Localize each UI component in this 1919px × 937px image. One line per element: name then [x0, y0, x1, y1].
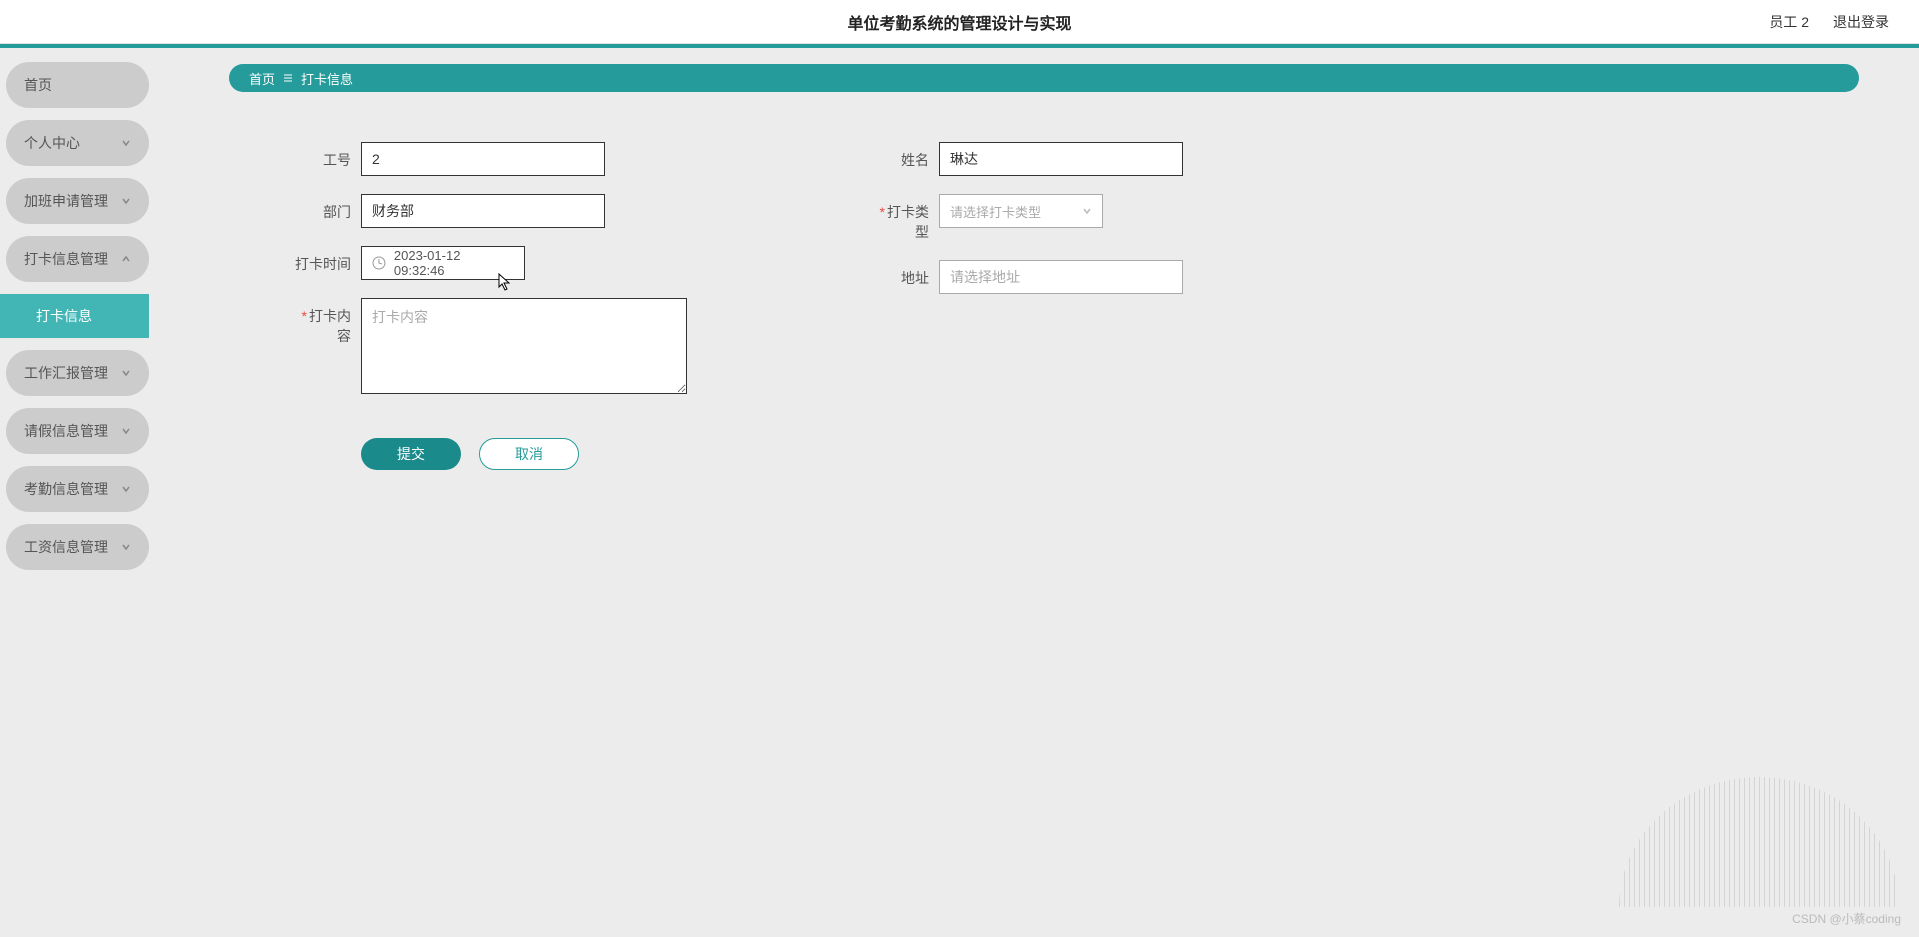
main-content: 首页 打卡信息 工号 部门 打卡时间 — [155, 48, 1919, 937]
sidebar-item-attendance[interactable]: 考勤信息管理 — [6, 466, 149, 512]
sidebar-item-label: 加班申请管理 — [24, 191, 108, 211]
label-bumen: 部门 — [289, 194, 351, 222]
sidebar-item-home[interactable]: 首页 — [6, 62, 149, 108]
label-dakashijian: 打卡时间 — [289, 246, 351, 274]
input-xingming[interactable] — [939, 142, 1183, 176]
chevron-down-icon — [1082, 206, 1092, 216]
header-right: 员工 2 退出登录 — [1769, 0, 1889, 44]
select-dakaleixing[interactable]: 请选择打卡类型 — [939, 194, 1103, 228]
sidebar-item-salary[interactable]: 工资信息管理 — [6, 524, 149, 570]
label-xingming: 姓名 — [867, 142, 929, 170]
chevron-down-icon — [121, 368, 131, 378]
input-gonghao[interactable] — [361, 142, 605, 176]
breadcrumb: 首页 打卡信息 — [229, 64, 1859, 92]
breadcrumb-separator-icon — [283, 73, 293, 83]
breadcrumb-home[interactable]: 首页 — [249, 69, 275, 88]
form-row-dakashijian: 打卡时间 2023-01-12 09:32:46 — [289, 246, 687, 280]
textarea-dakaneirong[interactable] — [361, 298, 687, 394]
sidebar-item-personal[interactable]: 个人中心 — [6, 120, 149, 166]
input-dakashijian[interactable]: 2023-01-12 09:32:46 — [361, 246, 525, 280]
main-container: 首页 个人中心 加班申请管理 打卡信息管理 打卡信息 工作汇报 — [0, 48, 1919, 937]
header: 单位考勤系统的管理设计与实现 员工 2 退出登录 — [0, 0, 1919, 44]
form-row-bumen: 部门 — [289, 194, 687, 228]
sidebar-item-label: 个人中心 — [24, 133, 80, 153]
form-column-left: 工号 部门 打卡时间 2023-01-12 09:32:46 — [289, 142, 687, 470]
form-row-dakaleixing: *打卡类型 请选择打卡类型 — [867, 194, 1183, 242]
form-row-xingming: 姓名 — [867, 142, 1183, 176]
button-row: 提交 取消 — [361, 438, 687, 470]
label-dakaleixing: *打卡类型 — [867, 194, 929, 242]
label-gonghao: 工号 — [289, 142, 351, 170]
sidebar-item-label: 工作汇报管理 — [24, 363, 108, 383]
form-area: 工号 部门 打卡时间 2023-01-12 09:32:46 — [229, 142, 1859, 470]
sidebar-item-label: 考勤信息管理 — [24, 479, 108, 499]
current-user[interactable]: 员工 2 — [1769, 12, 1809, 32]
chevron-down-icon — [121, 484, 131, 494]
logout-link[interactable]: 退出登录 — [1833, 12, 1889, 32]
cancel-button[interactable]: 取消 — [479, 438, 579, 470]
form-row-dizhi: 地址 — [867, 260, 1183, 294]
label-dakaneirong: *打卡内容 — [289, 298, 351, 346]
chevron-down-icon — [121, 542, 131, 552]
sidebar-item-label: 首页 — [24, 75, 52, 95]
form-row-gonghao: 工号 — [289, 142, 687, 176]
chevron-down-icon — [121, 426, 131, 436]
sidebar-item-label: 打卡信息管理 — [24, 249, 108, 269]
submit-button[interactable]: 提交 — [361, 438, 461, 470]
sidebar-item-overtime[interactable]: 加班申请管理 — [6, 178, 149, 224]
sidebar-item-checkin-mgmt[interactable]: 打卡信息管理 — [6, 236, 149, 282]
label-dizhi: 地址 — [867, 260, 929, 288]
sidebar-item-leave[interactable]: 请假信息管理 — [6, 408, 149, 454]
breadcrumb-current: 打卡信息 — [301, 69, 353, 88]
input-dizhi[interactable] — [939, 260, 1183, 294]
input-bumen[interactable] — [361, 194, 605, 228]
chevron-up-icon — [121, 254, 131, 264]
sidebar-item-report[interactable]: 工作汇报管理 — [6, 350, 149, 396]
chevron-down-icon — [121, 196, 131, 206]
app-title: 单位考勤系统的管理设计与实现 — [847, 10, 1071, 34]
sidebar: 首页 个人中心 加班申请管理 打卡信息管理 打卡信息 工作汇报 — [0, 48, 155, 937]
form-row-dakaneirong: *打卡内容 — [289, 298, 687, 394]
sidebar-subitem-label: 打卡信息 — [36, 306, 92, 326]
datetime-value: 2023-01-12 09:32:46 — [394, 248, 514, 278]
form-column-right: 姓名 *打卡类型 请选择打卡类型 地址 — [867, 142, 1183, 470]
sidebar-item-label: 请假信息管理 — [24, 421, 108, 441]
sidebar-subitem-checkin[interactable]: 打卡信息 — [0, 294, 149, 338]
sidebar-item-label: 工资信息管理 — [24, 537, 108, 557]
chevron-down-icon — [121, 138, 131, 148]
clock-icon — [372, 256, 386, 270]
select-placeholder: 请选择打卡类型 — [950, 202, 1041, 221]
